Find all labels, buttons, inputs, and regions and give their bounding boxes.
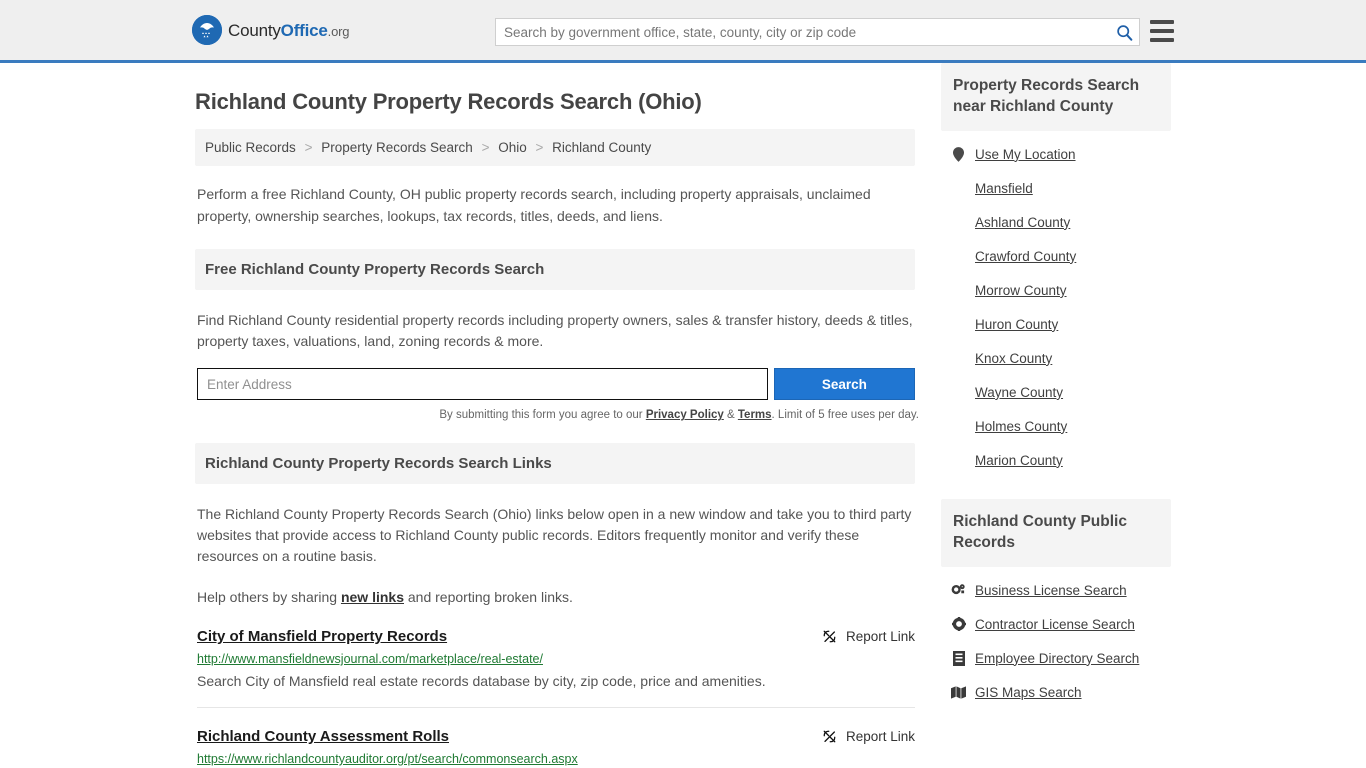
sidebar-item-morrow-county[interactable]: Morrow County: [941, 273, 1171, 307]
map-pin-icon: [951, 147, 966, 162]
sidebar-item-ashland-county[interactable]: Ashland County: [941, 205, 1171, 239]
disclaimer-suffix: . Limit of 5 free uses per day.: [771, 409, 919, 422]
result-header: City of Mansfield Property Records Repor…: [197, 628, 915, 645]
hamburger-bar-2: [1150, 29, 1174, 33]
sidebar-item-marion-county[interactable]: Marion County: [941, 443, 1171, 477]
sidebar-link-label[interactable]: GIS Maps Search: [975, 685, 1082, 700]
result-title-link[interactable]: City of Mansfield Property Records: [197, 628, 447, 645]
breadcrumb-separator: >: [481, 140, 490, 155]
result-title-link[interactable]: Richland County Assessment Rolls: [197, 728, 449, 745]
sidebar-link-label[interactable]: Crawford County: [975, 249, 1076, 264]
result-url[interactable]: http://www.mansfieldnewsjournal.com/mark…: [197, 652, 915, 666]
sidebar-link-label[interactable]: Ashland County: [975, 215, 1070, 230]
search-button[interactable]: Search: [773, 368, 915, 401]
result-description: Search City of Mansfield real estate rec…: [197, 673, 766, 690]
logo-text-county: County: [228, 20, 281, 40]
result-url[interactable]: https://www.richlandcountyauditor.org/pt…: [197, 752, 915, 766]
sidebar-nearby-heading: Property Records Search near Richland Co…: [941, 63, 1171, 131]
free-search-description: Find Richland County residential propert…: [197, 312, 913, 350]
address-input[interactable]: [197, 368, 768, 401]
search-submit-button[interactable]: [1109, 19, 1139, 45]
logo-wordmark: CountyOffice.org: [228, 22, 349, 39]
breadcrumb-separator: >: [535, 140, 544, 155]
sidebar-nearby-list: Use My Location Mansfield Ashland County…: [941, 137, 1171, 477]
map-icon: [951, 686, 966, 699]
free-search-heading: Free Richland County Property Records Se…: [195, 249, 915, 291]
sidebar-link-label[interactable]: Contractor License Search: [975, 617, 1135, 632]
sidebar-item-holmes-county[interactable]: Holmes County: [941, 409, 1171, 443]
breadcrumb: Public Records > Property Records Search…: [195, 129, 915, 166]
sidebar-link-label[interactable]: Employee Directory Search: [975, 651, 1139, 666]
broken-link-icon: [823, 630, 836, 643]
disclaimer-prefix: By submitting this form you agree to our: [439, 409, 646, 422]
logo-text-org: .org: [327, 23, 350, 39]
breadcrumb-item-property-records-search[interactable]: Property Records Search: [321, 140, 473, 155]
help-suffix: and reporting broken links.: [404, 589, 573, 606]
sidebar-item-knox-county[interactable]: Knox County: [941, 341, 1171, 375]
sidebar-link-label[interactable]: Morrow County: [975, 283, 1067, 298]
breadcrumb-separator: >: [304, 140, 313, 155]
result-header: Richland County Assessment Rolls Report …: [197, 728, 915, 745]
page-title: Richland County Property Records Search …: [195, 89, 702, 114]
sidebar-link-label[interactable]: Holmes County: [975, 419, 1067, 434]
report-link-label: Report Link: [845, 629, 915, 645]
sidebar-item-huron-county[interactable]: Huron County: [941, 307, 1171, 341]
main-column: Richland County Property Records Search …: [195, 63, 919, 768]
sidebar-link-label[interactable]: Huron County: [975, 317, 1058, 332]
help-prefix: Help others by sharing: [197, 589, 341, 606]
sidebar-item-contractor-license-search[interactable]: Contractor License Search: [941, 607, 1171, 641]
report-link-label: Report Link: [845, 729, 915, 745]
hamburger-bar-3: [1150, 38, 1174, 42]
hamburger-bar-1: [1150, 20, 1174, 24]
gear-icon: [951, 617, 966, 632]
links-section-heading: Richland County Property Records Search …: [195, 443, 915, 485]
form-disclaimer: By submitting this form you agree to our…: [197, 409, 919, 421]
cogs-icon: [951, 583, 966, 597]
eagle-shield-logo-icon: [192, 15, 222, 45]
sidebar-item-gis-maps-search[interactable]: GIS Maps Search: [941, 675, 1171, 709]
hamburger-menu-icon[interactable]: [1150, 20, 1174, 42]
links-section-description: The Richland County Property Records Sea…: [197, 506, 912, 565]
sidebar-link-label[interactable]: Wayne County: [975, 385, 1063, 400]
site-logo[interactable]: CountyOffice.org: [192, 15, 349, 45]
sidebar-link-label[interactable]: Business License Search: [975, 583, 1127, 598]
disclaimer-amp: &: [723, 409, 738, 422]
broken-link-icon: [823, 730, 836, 743]
page-intro-text: Perform a free Richland County, OH publi…: [197, 186, 871, 224]
breadcrumb-item-richland-county[interactable]: Richland County: [552, 140, 651, 155]
report-link-button[interactable]: Report Link: [822, 728, 915, 744]
sidebar-public-records-heading: Richland County Public Records: [941, 498, 1171, 567]
sidebar-link-label[interactable]: Knox County: [975, 351, 1052, 366]
sidebar-link-label[interactable]: Use My Location: [975, 147, 1076, 162]
sidebar-item-crawford-county[interactable]: Crawford County: [941, 239, 1171, 273]
result-item: City of Mansfield Property Records Repor…: [197, 628, 915, 709]
document-list-icon: [951, 650, 966, 666]
search-input[interactable]: [496, 19, 1109, 45]
logo-text-office: Office: [280, 20, 328, 40]
report-link-button[interactable]: Report Link: [822, 628, 915, 644]
sidebar-public-records-block: Richland County Public Records Business …: [941, 498, 1171, 709]
new-links-link[interactable]: new links: [341, 589, 404, 605]
sidebar-item-wayne-county[interactable]: Wayne County: [941, 375, 1171, 409]
sidebar-item-mansfield[interactable]: Mansfield: [941, 171, 1171, 205]
site-header: CountyOffice.org: [0, 0, 1366, 63]
help-share-text: Help others by sharing new links and rep…: [197, 587, 915, 608]
sidebar-item-use-my-location[interactable]: Use My Location: [941, 137, 1171, 171]
global-search-bar[interactable]: [495, 18, 1140, 46]
breadcrumb-item-ohio[interactable]: Ohio: [498, 140, 527, 155]
address-search-form: Search: [197, 368, 915, 401]
sidebar-item-employee-directory-search[interactable]: Employee Directory Search: [941, 641, 1171, 675]
content-container: Richland County Property Records Search …: [195, 63, 1171, 768]
sidebar-link-label[interactable]: Marion County: [975, 453, 1063, 468]
sidebar-public-records-list: Business License Search Contractor Licen…: [941, 573, 1171, 709]
sidebar-link-label[interactable]: Mansfield: [975, 181, 1033, 196]
page-body: Richland County Property Records Search …: [0, 63, 1366, 768]
terms-link[interactable]: Terms: [738, 409, 772, 421]
sidebar-item-business-license-search[interactable]: Business License Search: [941, 573, 1171, 607]
sidebar: Property Records Search near Richland Co…: [941, 63, 1171, 709]
result-item: Richland County Assessment Rolls Report …: [197, 728, 915, 768]
breadcrumb-item-public-records[interactable]: Public Records: [205, 140, 296, 155]
privacy-policy-link[interactable]: Privacy Policy: [646, 409, 724, 421]
search-icon: [1116, 24, 1132, 41]
